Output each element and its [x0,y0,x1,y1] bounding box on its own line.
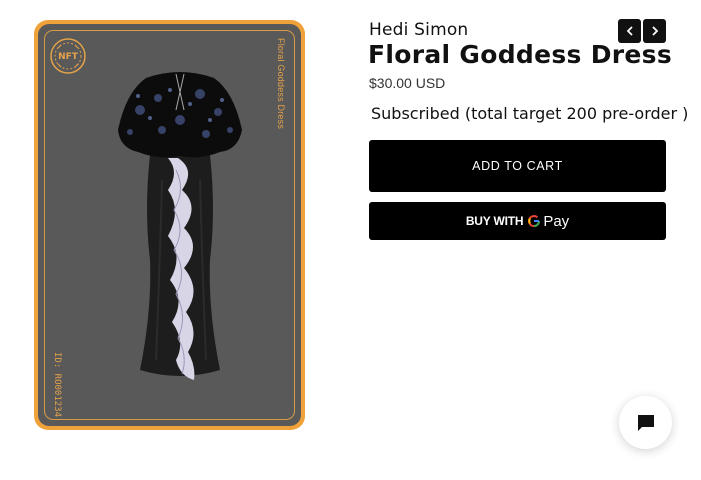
chat-bubble-icon [637,414,654,431]
product-price: $30.00 USD [369,75,446,91]
add-to-cart-button[interactable]: ADD TO CART [369,140,666,192]
next-product-button[interactable] [643,19,666,43]
nft-badge-text: NFT [58,52,79,62]
buy-with-label: BUY WITH [465,214,524,228]
previous-product-button[interactable] [618,19,641,43]
chevron-left-icon [626,26,633,36]
google-g-icon [528,215,541,228]
dress-image [118,72,242,380]
vendor-name[interactable]: Hedi Simon [369,20,468,40]
chevron-right-icon [651,26,658,36]
product-image-card[interactable]: NFT Floral Goddess Dress ID: RO001234 [34,20,305,430]
card-vertical-title: Floral Goddess Dress [276,38,286,130]
nft-badge-icon: NFT [50,38,86,74]
card-vertical-id: ID: RO001234 [52,352,62,418]
buy-with-google-pay-button[interactable]: BUY WITH Pay [369,202,666,240]
product-title: Floral Goddess Dress [368,40,672,69]
pay-label: Pay [543,212,570,230]
chat-launcher-button[interactable] [619,396,672,449]
subscription-note: Subscribed (total target 200 pre-order ) [371,104,689,123]
card-inner: NFT Floral Goddess Dress ID: RO001234 [38,24,301,426]
